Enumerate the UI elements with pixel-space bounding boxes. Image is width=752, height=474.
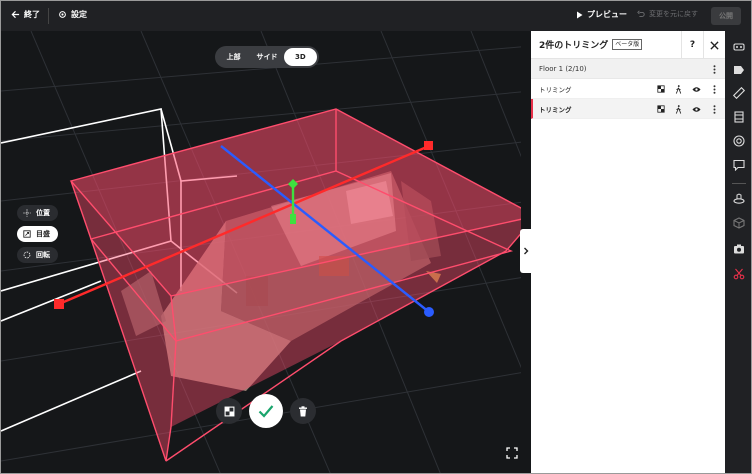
settings-label: 設定 xyxy=(71,10,87,19)
trash-icon xyxy=(299,405,307,416)
position-label: 位置 xyxy=(36,209,50,217)
delete-button[interactable] xyxy=(290,398,316,424)
preview-label: プレビュー xyxy=(587,10,627,19)
settings-button[interactable]: 設定 xyxy=(58,9,87,20)
scale-tool-button[interactable]: 目盛 xyxy=(17,226,58,242)
tag-icon[interactable] xyxy=(733,64,745,76)
comment-icon[interactable] xyxy=(733,159,745,171)
x-axis-end-handle[interactable] xyxy=(54,299,64,309)
checkerboard-icon[interactable] xyxy=(656,85,665,94)
x-axis-end-handle[interactable] xyxy=(424,141,433,150)
view-side-button[interactable]: サイド xyxy=(250,48,283,66)
move-icon xyxy=(23,209,31,217)
vr-headset-icon[interactable] xyxy=(733,41,745,53)
transform-tool-list: 位置 目盛 回転 xyxy=(17,205,58,263)
rotate-tool-button[interactable]: 回転 xyxy=(17,247,58,263)
top-bar: 終了 設定 プレビュー 変更を元に戻す 公開 xyxy=(1,1,751,31)
position-tool-button[interactable]: 位置 xyxy=(17,205,58,221)
ruler-icon[interactable] xyxy=(733,87,745,99)
floor-plan-icon[interactable] xyxy=(733,193,745,205)
view-3d-button[interactable]: 3D xyxy=(283,48,317,66)
undo-button[interactable]: 変更を元に戻す xyxy=(637,9,698,19)
trim-action-bar xyxy=(216,394,316,428)
cube-icon[interactable] xyxy=(733,217,745,229)
help-button[interactable]: ? xyxy=(681,31,703,59)
walk-icon[interactable] xyxy=(674,104,683,114)
panel-title: 2件のトリミング xyxy=(539,41,609,51)
trim-item-selected[interactable]: トリミング xyxy=(531,99,725,119)
more-options-icon[interactable] xyxy=(710,64,719,74)
exit-button[interactable]: 終了 xyxy=(11,9,40,20)
undo-label: 変更を元に戻す xyxy=(649,10,698,18)
z-axis-end-handle[interactable] xyxy=(290,214,296,224)
scale-label: 目盛 xyxy=(36,230,50,238)
eye-icon[interactable] xyxy=(692,105,701,114)
collapse-panel-button[interactable] xyxy=(520,229,531,273)
toolbar-divider xyxy=(732,183,746,184)
exit-label: 終了 xyxy=(24,10,40,19)
view-mode-toggle: 上部 サイド 3D xyxy=(215,46,319,68)
y-axis-end-handle[interactable] xyxy=(424,307,434,317)
rotate-icon xyxy=(23,251,31,259)
trim-item[interactable]: トリミング xyxy=(531,79,725,99)
app-window: 終了 設定 プレビュー 変更を元に戻す 公開 上部 サイド 3D 位置 目盛 回… xyxy=(0,0,752,474)
view-top-button[interactable]: 上部 xyxy=(217,48,250,66)
back-arrow-icon xyxy=(11,10,20,19)
undo-icon xyxy=(637,10,645,17)
chevron-right-icon xyxy=(523,247,528,255)
target-icon[interactable] xyxy=(733,135,745,147)
preview-button[interactable]: プレビュー xyxy=(576,9,627,20)
3d-viewport[interactable]: 上部 サイド 3D 位置 目盛 回転 xyxy=(1,31,531,473)
film-icon[interactable] xyxy=(733,111,745,123)
walk-icon[interactable] xyxy=(674,84,683,94)
checkerboard-icon[interactable] xyxy=(656,105,665,114)
floor-label: Floor 1 (2/10) xyxy=(539,64,587,73)
close-button[interactable] xyxy=(703,31,725,59)
confirm-button[interactable] xyxy=(249,394,283,428)
scissors-icon[interactable] xyxy=(733,268,745,280)
floor-row[interactable]: Floor 1 (2/10) xyxy=(531,59,725,79)
trim-item-label: トリミング xyxy=(539,85,572,94)
trim-item-label: トリミング xyxy=(539,105,572,114)
beta-badge: ベータ版 xyxy=(612,39,643,50)
checkmark-icon xyxy=(258,405,274,418)
close-icon xyxy=(710,40,719,50)
panel-header: 2件のトリミング ベータ版 ? xyxy=(531,31,725,59)
scale-icon xyxy=(23,230,31,238)
camera-icon[interactable] xyxy=(733,243,745,255)
rotate-label: 回転 xyxy=(36,251,50,259)
checkerboard-icon xyxy=(224,406,234,416)
eye-icon[interactable] xyxy=(692,85,701,94)
publish-button[interactable]: 公開 xyxy=(711,7,741,25)
divider xyxy=(48,8,49,24)
more-options-icon[interactable] xyxy=(710,104,719,114)
toggle-mode-button[interactable] xyxy=(216,398,242,424)
right-toolbar xyxy=(725,31,751,473)
fullscreen-icon[interactable] xyxy=(506,447,518,459)
play-icon xyxy=(577,11,583,18)
gear-icon xyxy=(59,11,66,18)
trim-panel: 2件のトリミング ベータ版 ? Floor 1 (2/10) トリミング トリミ… xyxy=(531,31,725,473)
more-options-icon[interactable] xyxy=(710,84,719,94)
